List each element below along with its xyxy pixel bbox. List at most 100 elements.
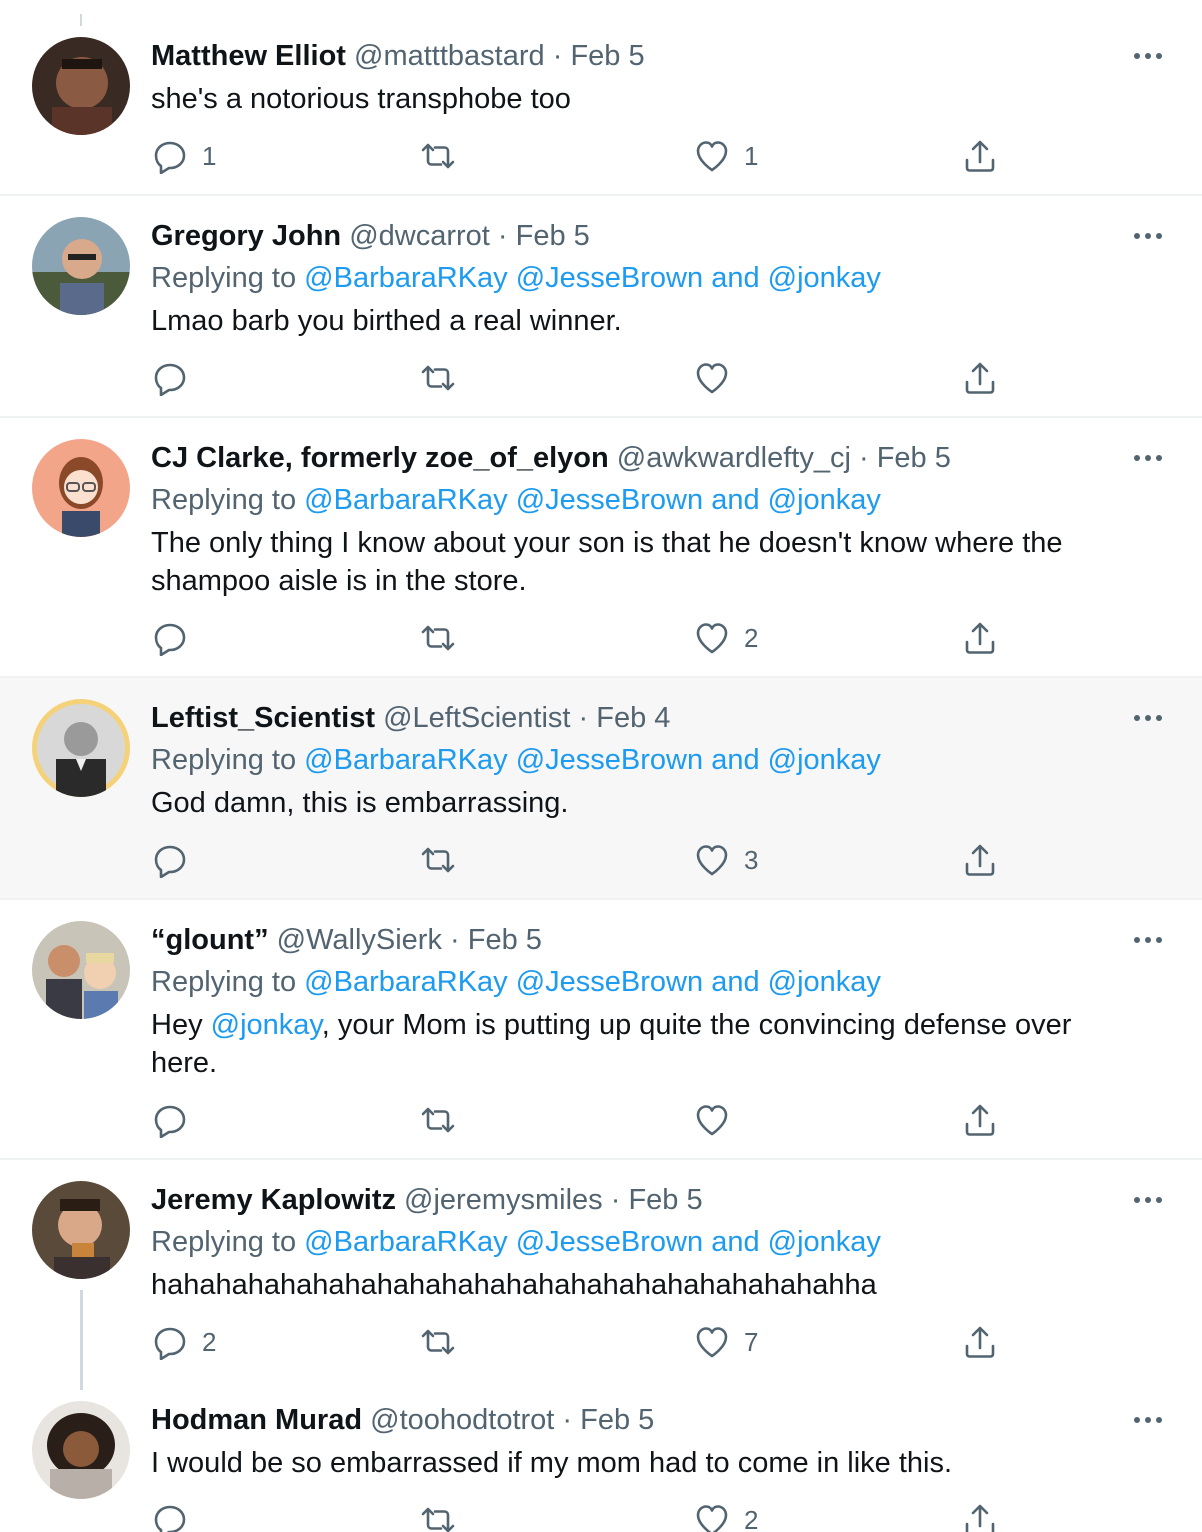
tweet[interactable]: Jeremy Kaplowitz @jeremysmiles · Feb 5 R… [0, 1160, 1202, 1390]
heart-icon [696, 623, 728, 654]
replying-to-mentions[interactable]: @BarbaraRKay @JesseBrown and @jonkay [304, 744, 881, 776]
thread-connector-line [80, 1290, 83, 1390]
tweet-header: “glount” @WallySierk · Feb 5 [151, 920, 542, 960]
like-count: 7 [744, 1326, 759, 1357]
reply-icon [154, 1105, 186, 1138]
author-name[interactable]: Matthew Elliot [151, 40, 346, 72]
avatar[interactable] [32, 1401, 130, 1499]
like-button[interactable]: 2 [694, 620, 758, 656]
author-handle[interactable]: @toohodtotrot [370, 1404, 554, 1436]
author-name[interactable]: Hodman Murad [151, 1404, 362, 1436]
heart-icon [696, 141, 728, 172]
share-button[interactable] [962, 1102, 998, 1138]
retweet-button[interactable] [417, 1324, 473, 1360]
share-button[interactable] [962, 138, 998, 174]
author-handle[interactable]: @jeremysmiles [404, 1184, 603, 1216]
replying-to-mentions[interactable]: @BarbaraRKay @JesseBrown and @jonkay [304, 484, 881, 516]
retweet-button[interactable] [417, 138, 473, 174]
like-button[interactable] [694, 1102, 744, 1138]
tweet[interactable]: CJ Clarke, formerly zoe_of_elyon @awkwar… [0, 418, 1202, 678]
tweet-date[interactable]: Feb 5 [516, 220, 590, 252]
tweet[interactable]: Matthew Elliot @matttbastard · Feb 5 she… [0, 0, 1202, 196]
tweet[interactable]: Hodman Murad @toohodtotrot · Feb 5 I wou… [0, 1390, 1202, 1532]
like-button[interactable]: 1 [694, 138, 758, 174]
tweet-date[interactable]: Feb 5 [570, 40, 644, 72]
tweet-text: The only thing I know about your son is … [151, 524, 1151, 600]
reply-button[interactable] [152, 1502, 202, 1532]
mention-link[interactable]: @jonkay [211, 1009, 322, 1041]
reply-button[interactable]: 2 [152, 1324, 216, 1360]
tweet[interactable]: Gregory John @dwcarrot · Feb 5 Replying … [0, 196, 1202, 418]
share-button[interactable] [962, 360, 998, 396]
separator: · [450, 924, 460, 956]
more-icon [1134, 937, 1162, 943]
retweet-button[interactable] [417, 1102, 473, 1138]
retweet-button[interactable] [417, 842, 473, 878]
tweet-date[interactable]: Feb 4 [596, 702, 670, 734]
replying-to-mentions[interactable]: @BarbaraRKay @JesseBrown and @jonkay [304, 262, 881, 294]
tweet-text-line: here. [151, 1047, 218, 1079]
author-handle[interactable]: @dwcarrot [349, 220, 490, 252]
author-name[interactable]: Leftist_Scientist [151, 702, 375, 734]
heart-icon [696, 1105, 728, 1136]
author-name[interactable]: Gregory John [151, 220, 341, 252]
like-button[interactable]: 7 [694, 1324, 758, 1360]
tweet-header: Leftist_Scientist @LeftScientist · Feb 4 [151, 698, 670, 738]
tweet[interactable]: Leftist_Scientist @LeftScientist · Feb 4… [0, 678, 1202, 900]
tweet-date[interactable]: Feb 5 [877, 442, 951, 474]
author-name[interactable]: “glount” [151, 924, 269, 956]
author-name[interactable]: Jeremy Kaplowitz [151, 1184, 396, 1216]
replying-to-mentions[interactable]: @BarbaraRKay @JesseBrown and @jonkay [304, 966, 881, 998]
retweet-icon [421, 1507, 455, 1532]
retweet-button[interactable] [417, 360, 473, 396]
more-icon [1134, 53, 1162, 59]
more-options-button[interactable] [1128, 1410, 1168, 1430]
retweet-button[interactable] [417, 620, 473, 656]
tweet-text: hahahahahahahahahahahahahahahahahahahaha… [151, 1269, 877, 1301]
tweet-date[interactable]: Feb 5 [628, 1184, 702, 1216]
reply-button[interactable] [152, 842, 202, 878]
share-button[interactable] [962, 1324, 998, 1360]
author-handle[interactable]: @awkwardlefty_cj [617, 442, 851, 474]
reply-button[interactable] [152, 1102, 202, 1138]
avatar[interactable] [32, 217, 130, 315]
tweet-text-line: Hey @jonkay, your Mom is putting up quit… [151, 1006, 1151, 1044]
reply-button[interactable] [152, 620, 202, 656]
tweet-date[interactable]: Feb 5 [580, 1404, 654, 1436]
like-button[interactable] [694, 360, 744, 396]
separator: · [610, 1184, 621, 1216]
share-button[interactable] [962, 1502, 998, 1532]
share-button[interactable] [962, 842, 998, 878]
more-options-button[interactable] [1128, 708, 1168, 728]
retweet-button[interactable] [417, 1502, 473, 1532]
avatar[interactable] [32, 37, 130, 135]
more-icon [1134, 233, 1162, 239]
tweet-text-line: shampoo aisle is in the store. [151, 565, 527, 597]
replying-to-mentions[interactable]: @BarbaraRKay @JesseBrown and @jonkay [304, 1226, 881, 1258]
more-options-button[interactable] [1128, 448, 1168, 468]
author-name[interactable]: CJ Clarke, formerly zoe_of_elyon [151, 442, 609, 474]
more-options-button[interactable] [1128, 930, 1168, 950]
more-options-button[interactable] [1128, 46, 1168, 66]
author-handle[interactable]: @LeftScientist [383, 702, 570, 734]
more-options-button[interactable] [1128, 1190, 1168, 1210]
reply-button[interactable] [152, 360, 202, 396]
reply-button[interactable]: 1 [152, 138, 216, 174]
reply-icon [154, 363, 186, 396]
tweet-date[interactable]: Feb 5 [468, 924, 542, 956]
author-handle[interactable]: @WallySierk [277, 924, 442, 956]
avatar[interactable] [32, 1181, 130, 1279]
retweet-icon [421, 625, 455, 651]
avatar[interactable] [32, 921, 130, 1019]
tweet[interactable]: “glount” @WallySierk · Feb 5 Replying to… [0, 900, 1202, 1160]
like-button[interactable]: 2 [694, 1502, 758, 1532]
avatar[interactable] [32, 699, 130, 797]
author-handle[interactable]: @matttbastard [354, 40, 545, 72]
heart-icon [696, 1505, 728, 1532]
tweet-text: Lmao barb you birthed a real winner. [151, 305, 622, 337]
avatar[interactable] [32, 439, 130, 537]
more-options-button[interactable] [1128, 226, 1168, 246]
share-button[interactable] [962, 620, 998, 656]
like-button[interactable]: 3 [694, 842, 758, 878]
separator: · [578, 702, 589, 734]
